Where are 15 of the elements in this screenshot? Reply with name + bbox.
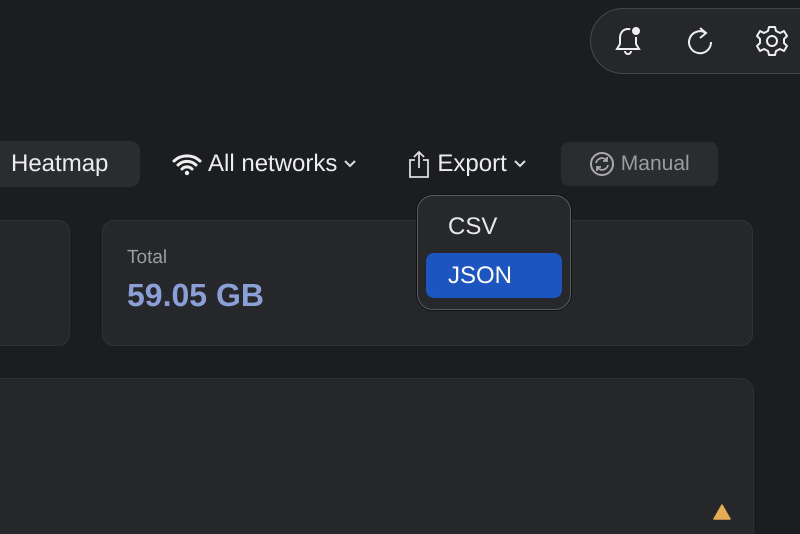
sync-icon <box>588 151 615 177</box>
manual-refresh-button[interactable]: Manual <box>560 142 718 186</box>
export-dropdown[interactable]: Export <box>407 149 527 179</box>
chevron-down-icon <box>343 159 358 169</box>
share-icon <box>407 149 432 179</box>
warning-triangle-icon <box>713 504 731 520</box>
network-filter-dropdown[interactable]: All networks <box>172 150 358 178</box>
menu-item[interactable]: JSON <box>426 253 562 298</box>
wifi-icon <box>172 152 202 176</box>
menu-item[interactable]: CSV <box>426 204 562 249</box>
chevron-down-icon <box>512 159 527 169</box>
stat-value: 59.05 GB <box>127 277 265 314</box>
heatmap-button[interactable]: Heatmap <box>0 141 140 187</box>
stat-label: Total <box>127 247 168 269</box>
settings-icon[interactable] <box>754 23 790 59</box>
